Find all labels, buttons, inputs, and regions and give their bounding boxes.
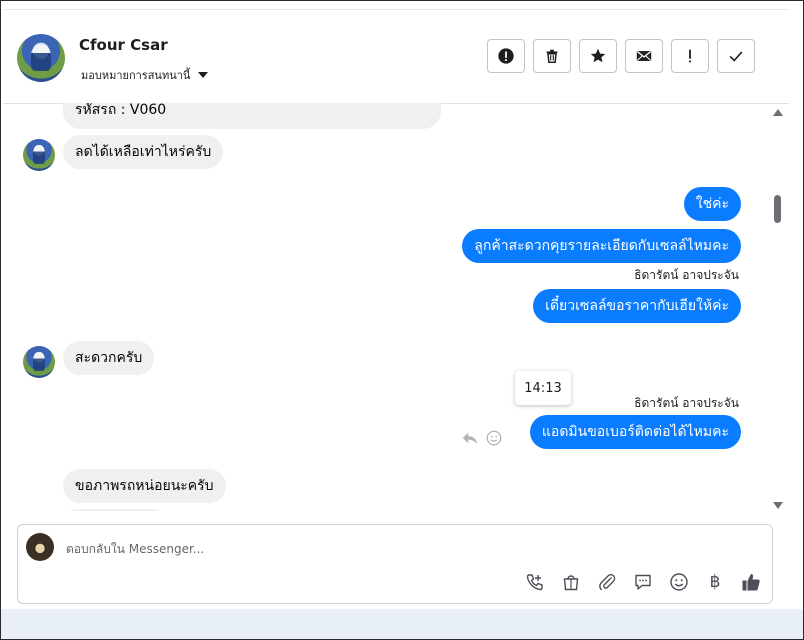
timestamp-tooltip: 14:13: [515, 371, 571, 405]
mark-spam-button[interactable]: [487, 39, 525, 73]
like-button[interactable]: [740, 571, 762, 593]
call-button[interactable]: [524, 571, 546, 593]
shopping-bag-icon: [563, 575, 579, 591]
window-bottom-strip: [1, 609, 803, 639]
conversation-panel: Cfour Csar มอบหมายการสนทนานี้ รหัสรถ: V…: [0, 0, 804, 640]
react-emoji-icon[interactable]: [485, 429, 503, 447]
message-bubble-incoming[interactable]: ขอภาพรถหน่อยนะครับ: [63, 469, 226, 503]
message-text: รหัสรถ : V060: [75, 103, 167, 118]
message-bubble-incoming[interactable]: [63, 509, 167, 511]
message-bubble-outgoing[interactable]: ใช่ค่ะ: [683, 187, 741, 221]
chat-bubble-icon: [635, 574, 651, 590]
call-icon: [526, 574, 543, 591]
follow-up-button[interactable]: [671, 39, 709, 73]
emoji-icon: [670, 573, 688, 591]
page-avatar: [26, 533, 54, 561]
message-bubble-incoming[interactable]: ลดได้เหลือเท่าไหร่ครับ: [63, 135, 224, 169]
message-bubble-incoming[interactable]: รหัสรถ : V060: [63, 103, 441, 129]
conversation-header: Cfour Csar มอบหมายการสนทนานี้: [3, 9, 789, 104]
alert-circle-icon: [498, 48, 514, 64]
baht-icon: ฿: [709, 572, 721, 592]
email-button[interactable]: [625, 39, 663, 73]
star-icon: [590, 48, 606, 63]
message-text: ลูกค้าสะดวกคุยรายละเอียดกับเซลล์ไหมคะ: [474, 238, 729, 254]
delete-button[interactable]: [533, 39, 571, 73]
message-text: แอดมินขอเบอร์ติดต่อได้ไหมคะ: [541, 424, 729, 440]
paperclip-icon: [599, 574, 616, 591]
message-list[interactable]: รหัสรถ : V060 ลดได้เหลือเท่าไหร่ครับ ใช่…: [3, 103, 769, 511]
message-text: สะดวกครับ: [75, 350, 143, 366]
message-scrollbar[interactable]: [771, 103, 785, 513]
message-text: ขอภาพรถหน่อยนะครับ: [75, 478, 214, 494]
trash-icon: [546, 49, 558, 64]
message-bubble-outgoing[interactable]: เดี๋ยวเซลล์ขอราคากับเฮียให้ค่ะ: [533, 289, 741, 323]
message-bubble-outgoing[interactable]: แอดมินขอเบอร์ติดต่อได้ไหมคะ: [529, 415, 741, 449]
header-actions: [487, 39, 755, 73]
assign-label: มอบหมายการสนทนานี้: [81, 69, 191, 82]
sender-name: ธิดารัตน์ อาจประจัน: [634, 268, 739, 282]
attach-button[interactable]: [596, 571, 618, 593]
message-text: เดี๋ยวเซลล์ขอราคากับเฮียให้ค่ะ: [545, 298, 729, 314]
envelope-icon: [636, 51, 652, 61]
assign-conversation-dropdown[interactable]: มอบหมายการสนทนานี้: [81, 66, 209, 84]
star-button[interactable]: [579, 39, 617, 73]
message-text: ลดได้เหลือเท่าไหร่ครับ: [75, 144, 212, 160]
message-text: ใช่ค่ะ: [695, 196, 729, 212]
mark-done-button[interactable]: [717, 39, 755, 73]
exclamation-icon: [689, 49, 691, 63]
reply-composer: ฿: [17, 524, 773, 604]
scroll-down-arrow-icon[interactable]: [773, 502, 783, 509]
checkmark-icon: [729, 51, 743, 62]
saved-replies-button[interactable]: [632, 571, 654, 593]
chevron-down-icon: [198, 72, 209, 78]
message-bubble-incoming[interactable]: สะดวกครับ: [63, 341, 155, 375]
message-hover-actions: [461, 429, 503, 447]
reply-icon[interactable]: [461, 429, 479, 447]
scroll-up-arrow-icon[interactable]: [773, 109, 783, 116]
sender-name: ธิดารัตน์ อาจประจัน: [634, 396, 739, 410]
payment-button[interactable]: ฿: [704, 571, 726, 593]
message-bubble-outgoing[interactable]: ลูกค้าสะดวกคุยรายละเอียดกับเซลล์ไหมคะ: [462, 229, 741, 263]
composer-toolbar: ฿: [524, 571, 762, 593]
contact-name[interactable]: Cfour Csar: [79, 36, 168, 54]
contact-avatar[interactable]: [17, 34, 65, 82]
thumbs-up-icon: [742, 574, 760, 591]
emoji-button[interactable]: [668, 571, 690, 593]
contact-avatar: [23, 139, 55, 171]
scroll-thumb[interactable]: [774, 195, 781, 223]
shop-button[interactable]: [560, 571, 582, 593]
reply-input[interactable]: [64, 537, 668, 561]
contact-avatar: [23, 346, 55, 378]
